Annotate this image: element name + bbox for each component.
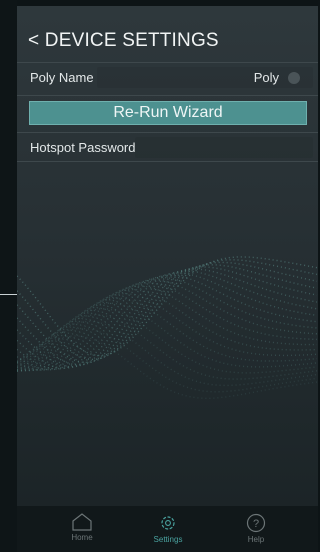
poly-name-value[interactable]: Poly <box>254 70 279 85</box>
home-icon <box>72 513 92 531</box>
tab-help[interactable]: ? Help <box>211 506 301 552</box>
hotspot-password-label: Hotspot Password <box>30 139 136 155</box>
clear-icon[interactable] <box>288 72 300 84</box>
tab-bar: Home Settings ? Help <box>17 506 318 552</box>
wizard-row: Re-Run Wizard <box>17 95 318 132</box>
hotspot-password-row: Hotspot Password <box>17 132 318 162</box>
tab-home[interactable]: Home <box>37 506 127 552</box>
header: < DEVICE SETTINGS <box>17 6 318 62</box>
svg-text:?: ? <box>253 518 259 530</box>
divider-line <box>0 294 17 295</box>
tab-settings-label: Settings <box>153 535 183 544</box>
poly-name-label: Poly Name <box>30 70 94 85</box>
left-gutter <box>0 0 17 552</box>
device-settings-screen: < DEVICE SETTINGS Poly Name Poly Re-Run … <box>17 6 318 552</box>
back-title-button[interactable]: < DEVICE SETTINGS <box>28 30 219 52</box>
wave-background <box>17 256 318 399</box>
rerun-wizard-button[interactable]: Re-Run Wizard <box>29 101 307 125</box>
tab-settings[interactable]: Settings <box>123 506 213 552</box>
poly-name-row: Poly Name Poly <box>17 62 318 92</box>
hotspot-password-field[interactable] <box>135 137 313 158</box>
tab-home-label: Home <box>71 533 93 542</box>
poly-name-field[interactable] <box>97 67 313 88</box>
tab-help-label: Help <box>247 535 265 544</box>
question-icon: ? <box>246 513 266 533</box>
gear-icon <box>161 516 175 530</box>
